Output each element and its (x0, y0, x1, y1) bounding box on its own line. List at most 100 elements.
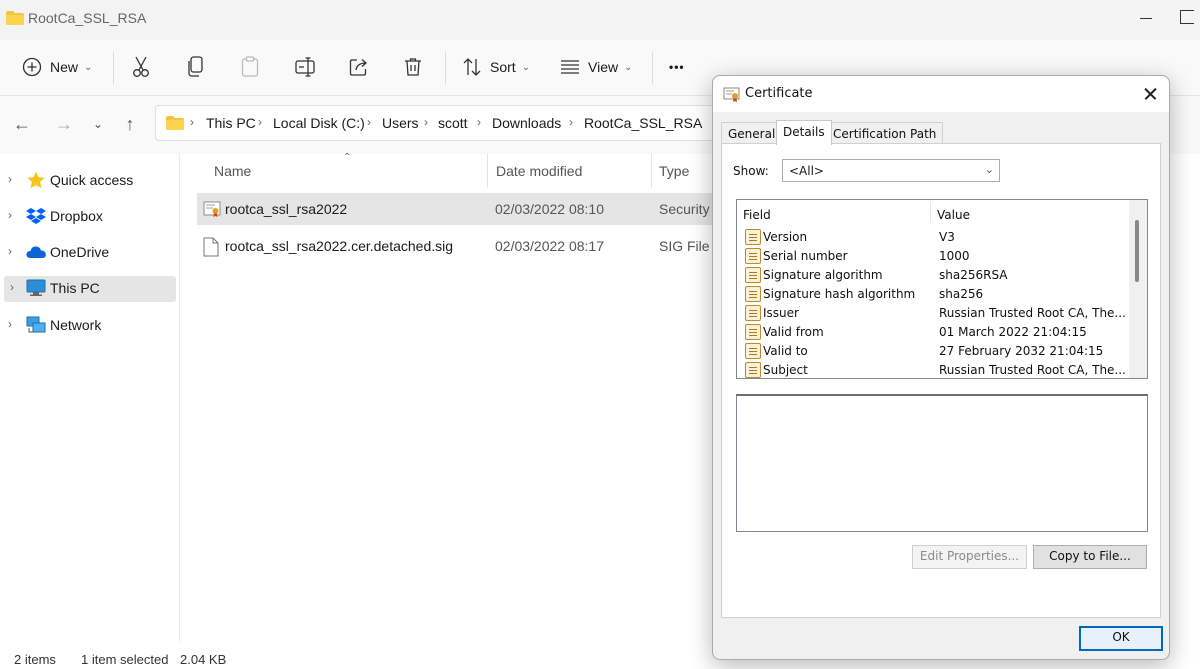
breadcrumb-scott[interactable]: scott (438, 115, 468, 131)
expand-chevron-icon[interactable]: › (8, 244, 12, 258)
cut-button[interactable] (131, 52, 151, 82)
field-row-signature-algorithm[interactable]: Signature algorithm sha256RSA (737, 265, 1127, 284)
status-selected-size: 2.04 KB (180, 652, 227, 667)
column-header-date-modified[interactable]: Date modified (496, 163, 582, 179)
breadcrumb-chevron-icon: › (477, 115, 481, 129)
field-detail-textbox[interactable] (736, 394, 1148, 532)
up-arrow-icon[interactable]: ↑ (120, 114, 140, 134)
show-dropdown[interactable]: <All> ⌄ (782, 159, 1000, 182)
network-icon (26, 316, 46, 333)
file-icon (203, 237, 219, 257)
rename-button[interactable] (295, 52, 317, 82)
copy-button[interactable] (187, 52, 205, 82)
show-dropdown-value: <All> (789, 164, 824, 178)
field-name: Signature algorithm (763, 268, 883, 282)
sidebar-item-onedrive[interactable]: › OneDrive (0, 240, 176, 266)
breadcrumb-chevron-icon: › (258, 115, 262, 129)
view-button[interactable]: View ⌄ (560, 52, 632, 82)
toolbar-divider (652, 52, 653, 84)
column-header-field[interactable]: Field (743, 208, 771, 222)
sidebar-item-this-pc[interactable]: › This PC (4, 276, 176, 302)
tab-details[interactable]: Details (776, 120, 832, 145)
field-row-subject[interactable]: Subject Russian Trusted Root CA, The... (737, 360, 1127, 378)
certificate-field-list[interactable]: Field Value Version V3 Serial number 100… (736, 199, 1148, 379)
breadcrumb-chevron-icon: › (569, 115, 573, 129)
file-row[interactable]: rootca_ssl_rsa2022 02/03/2022 08:10 Secu… (197, 193, 727, 225)
field-value: 1000 (939, 249, 970, 263)
maximize-button[interactable] (1180, 10, 1194, 24)
expand-chevron-icon[interactable]: › (8, 208, 12, 222)
star-icon (27, 171, 45, 189)
column-divider[interactable] (487, 154, 488, 188)
recent-locations-chevron-icon[interactable]: ⌄ (88, 114, 108, 134)
toolbar-divider (445, 52, 446, 84)
field-row-issuer[interactable]: Issuer Russian Trusted Root CA, The... (737, 303, 1127, 322)
field-list-scrollbar[interactable] (1129, 200, 1147, 378)
breadcrumb-current-folder[interactable]: RootCa_SSL_RSA (584, 115, 702, 131)
file-row[interactable]: rootca_ssl_rsa2022.cer.detached.sig 02/0… (197, 230, 727, 262)
column-header-name[interactable]: Name (214, 163, 251, 179)
field-row-version[interactable]: Version V3 (737, 227, 1127, 246)
field-row-serial-number[interactable]: Serial number 1000 (737, 246, 1127, 265)
address-bar[interactable]: › This PC › Local Disk (C:) › Users › sc… (155, 105, 715, 141)
field-name: Valid from (763, 325, 824, 339)
minimize-button[interactable] (1136, 8, 1156, 28)
breadcrumb-local-disk[interactable]: Local Disk (C:) (273, 115, 365, 131)
field-icon (745, 362, 761, 378)
sidebar-item-dropbox[interactable]: › Dropbox (0, 204, 176, 230)
share-button[interactable] (349, 52, 369, 82)
dropbox-icon (26, 208, 46, 224)
window-titlebar: RootCa_SSL_RSA (0, 0, 1200, 40)
breadcrumb-users[interactable]: Users (382, 115, 419, 131)
field-value: Russian Trusted Root CA, The... (939, 363, 1126, 377)
dialog-title: Certificate (745, 86, 813, 101)
forward-arrow-icon[interactable]: → (54, 114, 74, 134)
expand-chevron-icon[interactable]: › (10, 280, 14, 294)
chevron-down-icon: ⌄ (521, 61, 531, 73)
field-icon (745, 286, 761, 302)
sidebar-item-quick-access[interactable]: › Quick access (0, 168, 176, 194)
status-selection: 1 item selected (81, 652, 169, 667)
sidebar-item-label: This PC (50, 280, 100, 296)
delete-button[interactable] (404, 52, 422, 82)
scrollbar-thumb[interactable] (1135, 220, 1139, 282)
column-divider[interactable] (651, 154, 652, 188)
more-options-button[interactable]: ••• (669, 52, 685, 82)
expand-chevron-icon[interactable]: › (8, 172, 12, 186)
field-row-signature-hash-algorithm[interactable]: Signature hash algorithm sha256 (737, 284, 1127, 303)
expand-chevron-icon[interactable]: › (8, 317, 12, 331)
copy-icon (188, 56, 203, 77)
field-value: 27 February 2032 21:04:15 (939, 344, 1104, 358)
field-name: Signature hash algorithm (763, 287, 916, 301)
field-row-valid-from[interactable]: Valid from 01 March 2022 21:04:15 (737, 322, 1127, 341)
breadcrumb-downloads[interactable]: Downloads (492, 115, 561, 131)
field-row-valid-to[interactable]: Valid to 27 February 2032 21:04:15 (737, 341, 1127, 360)
sort-label: Sort (490, 59, 516, 75)
tab-certification-path[interactable]: Certification Path (826, 122, 944, 144)
trash-icon (405, 58, 421, 76)
tab-general[interactable]: General (721, 122, 783, 144)
paste-button[interactable] (241, 52, 259, 82)
field-value: sha256 (939, 287, 984, 301)
breadcrumb-this-pc[interactable]: This PC (206, 115, 256, 131)
sidebar-item-label: Quick access (50, 172, 134, 188)
scissors-icon (133, 56, 149, 77)
breadcrumb-chevron-icon: › (424, 115, 428, 129)
sidebar-item-network[interactable]: › Network (0, 313, 176, 339)
column-header-type[interactable]: Type (659, 163, 689, 179)
file-list: ⌃ Name Date modified Type rootca_ssl_rsa… (181, 152, 727, 642)
file-type: Security C (659, 201, 719, 217)
file-date: 02/03/2022 08:10 (495, 201, 604, 217)
back-arrow-icon[interactable]: ← (12, 114, 32, 134)
copy-to-file-button[interactable]: Copy to File... (1033, 545, 1147, 569)
new-button[interactable]: New ⌄ (22, 52, 92, 82)
ok-button[interactable]: OK (1079, 626, 1163, 651)
column-header-value[interactable]: Value (937, 208, 970, 222)
column-divider[interactable] (930, 202, 931, 222)
folder-icon (6, 11, 24, 25)
dialog-titlebar: Certificate (713, 76, 1169, 112)
close-icon[interactable] (1141, 84, 1161, 104)
status-item-count: 2 items (14, 652, 56, 667)
edit-properties-button[interactable]: Edit Properties... (912, 545, 1027, 569)
sort-button[interactable]: Sort ⌄ (462, 52, 530, 82)
